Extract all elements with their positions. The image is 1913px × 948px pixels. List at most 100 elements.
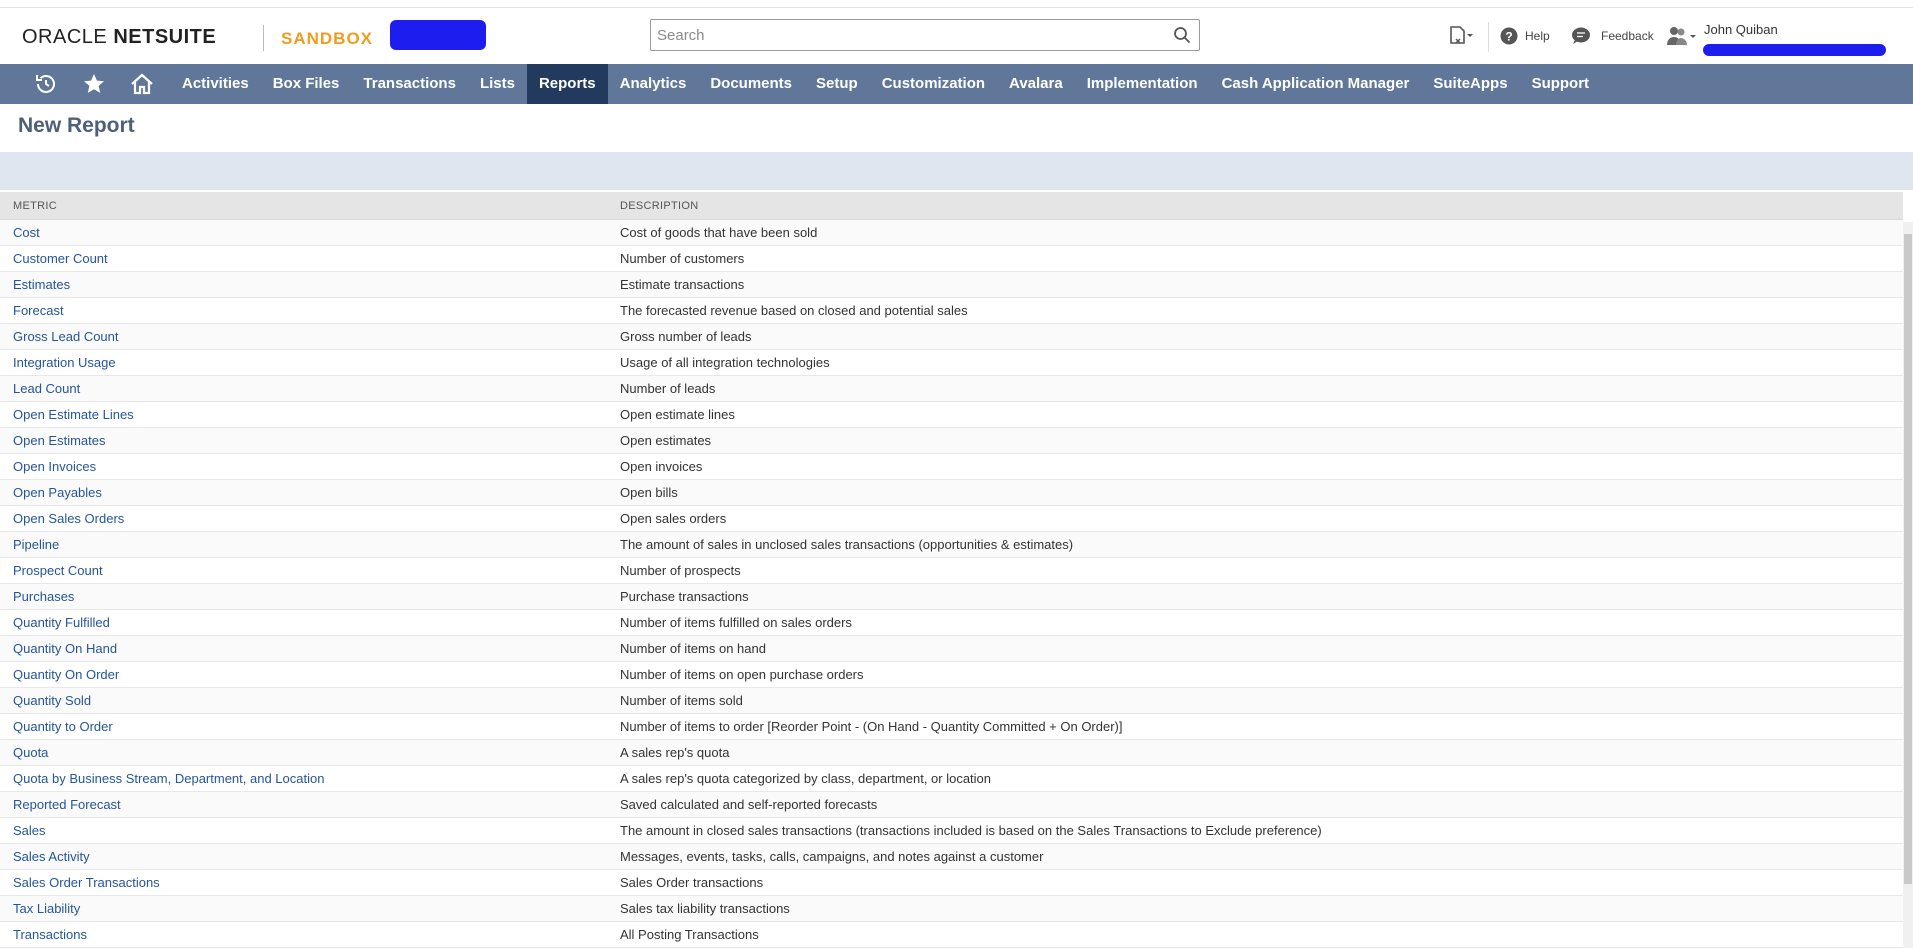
metric-description: Cost of goods that have been sold — [620, 225, 818, 240]
nav-reports[interactable]: Reports — [526, 64, 608, 104]
help-link[interactable]: ? Help — [1500, 8, 1550, 64]
metric-link[interactable]: Quantity On Hand — [13, 641, 117, 656]
metric-description: Number of items fulfilled on sales order… — [620, 615, 852, 630]
nav-lists[interactable]: Lists — [468, 64, 527, 104]
metric-link[interactable]: Quantity to Order — [13, 719, 113, 734]
table-row: Cost Cost of goods that have been sold — [0, 220, 1903, 246]
metric-link[interactable]: Estimates — [13, 277, 70, 292]
table-header: METRIC DESCRIPTION — [0, 192, 1903, 220]
metric-description: Number of leads — [620, 381, 716, 396]
metric-link[interactable]: Integration Usage — [13, 355, 116, 370]
metric-description: Estimate transactions — [620, 277, 745, 292]
feedback-icon — [1572, 27, 1590, 44]
table-row: Open Estimates Open estimates — [0, 428, 1903, 454]
metric-link[interactable]: Sales Activity — [13, 849, 90, 864]
nav-activities[interactable]: Activities — [170, 64, 261, 104]
netsuite-logo[interactable]: ORACLE NETSUITE — [22, 26, 216, 49]
nav-home[interactable] — [118, 64, 166, 104]
nav-shortcuts[interactable] — [70, 64, 118, 104]
metric-description: Sales Order transactions — [620, 875, 764, 890]
nav-implementation[interactable]: Implementation — [1075, 64, 1210, 104]
nav-setup[interactable]: Setup — [804, 64, 870, 104]
table-row: Prospect Count Number of prospects — [0, 558, 1903, 584]
metric-link[interactable]: Transactions — [13, 927, 87, 942]
metric-description: The forecasted revenue based on closed a… — [620, 303, 968, 318]
nav-transactions[interactable]: Transactions — [351, 64, 468, 104]
table-row: Open Sales Orders Open sales orders — [0, 506, 1903, 532]
history-icon — [36, 75, 55, 93]
nav-customization[interactable]: Customization — [870, 64, 997, 104]
global-search[interactable] — [650, 19, 1200, 51]
nav-support[interactable]: Support — [1520, 64, 1602, 104]
metric-link[interactable]: Sales Order Transactions — [13, 875, 160, 890]
scrollbar-thumb[interactable] — [1904, 234, 1912, 884]
nav-box-files[interactable]: Box Files — [261, 64, 352, 104]
metric-link[interactable]: Purchases — [13, 589, 74, 604]
table-row: Quota by Business Stream, Department, an… — [0, 766, 1903, 792]
nav-recent[interactable] — [22, 64, 70, 104]
table-row: Sales Order Transactions Sales Order tran… — [0, 870, 1903, 896]
nav-suiteapps[interactable]: SuiteApps — [1421, 64, 1519, 104]
metric-description: Open invoices — [620, 459, 703, 474]
top-strip — [0, 0, 1913, 8]
home-icon — [131, 73, 153, 95]
metric-link[interactable]: Tax Liability — [13, 901, 80, 916]
metric-description: Open bills — [620, 485, 678, 500]
search-icon[interactable] — [1173, 26, 1191, 44]
metric-description: Number of items on hand — [620, 641, 766, 656]
metric-link[interactable]: Open Payables — [13, 485, 102, 500]
table-row: Sales The amount in closed sales transact… — [0, 818, 1903, 844]
metric-link[interactable]: Sales — [13, 823, 46, 838]
metric-link[interactable]: Open Estimate Lines — [13, 407, 134, 422]
recent-records-menu[interactable] — [1448, 8, 1474, 64]
metric-link[interactable]: Quota — [13, 745, 48, 760]
page-title: New Report — [18, 114, 135, 137]
metric-link[interactable]: Open Estimates — [13, 433, 106, 448]
metric-link[interactable]: Gross Lead Count — [13, 329, 119, 344]
nav-documents[interactable]: Documents — [698, 64, 804, 104]
metric-link[interactable]: Quota by Business Stream, Department, an… — [13, 771, 324, 786]
metric-link[interactable]: Lead Count — [13, 381, 80, 396]
metric-link[interactable]: Forecast — [13, 303, 64, 318]
metric-link[interactable]: Reported Forecast — [13, 797, 121, 812]
table-row: Tax Liability Sales tax liability transac… — [0, 896, 1903, 922]
metric-link[interactable]: Quantity Fulfilled — [13, 615, 110, 630]
table-row: Estimates Estimate transactions — [0, 272, 1903, 298]
main-navigation: Activities Box Files Transactions Lists … — [0, 64, 1913, 104]
table-row: Lead Count Number of leads — [0, 376, 1903, 402]
recent-records-icon — [1450, 26, 1473, 44]
table-row: Quantity On Order Number of items on open… — [0, 662, 1903, 688]
metric-link[interactable]: Open Invoices — [13, 459, 96, 474]
metric-link[interactable]: Pipeline — [13, 537, 59, 552]
metric-description: Number of items sold — [620, 693, 743, 708]
feedback-link[interactable]: Feedback — [1571, 8, 1654, 64]
metric-link[interactable]: Customer Count — [13, 251, 108, 266]
metric-link[interactable]: Cost — [13, 225, 40, 240]
logo-suffix: NETSUITE — [113, 26, 217, 48]
table-row: Forecast The forecasted revenue based on … — [0, 298, 1903, 324]
table-row: Pipeline The amount of sales in unclosed … — [0, 532, 1903, 558]
metric-description: Gross number of leads — [620, 329, 752, 344]
header: ORACLE NETSUITE SANDBOX ? Help Feed — [0, 8, 1913, 64]
metric-link[interactable]: Prospect Count — [13, 563, 103, 578]
svg-text:?: ? — [1505, 30, 1512, 44]
metric-description: Sales tax liability transactions — [620, 901, 790, 916]
nav-avalara[interactable]: Avalara — [997, 64, 1075, 104]
metric-link[interactable]: Open Sales Orders — [13, 511, 124, 526]
table-row: Quantity to Order Number of items to orde… — [0, 714, 1903, 740]
vertical-scrollbar[interactable] — [1903, 222, 1913, 948]
metric-link[interactable]: Quantity On Order — [13, 667, 119, 682]
user-role-menu[interactable] — [1665, 8, 1697, 64]
column-header-description[interactable]: DESCRIPTION — [620, 200, 698, 212]
nav-cash-application-manager[interactable]: Cash Application Manager — [1210, 64, 1422, 104]
user-name[interactable]: John Quiban — [1704, 22, 1778, 37]
search-input[interactable] — [651, 20, 1151, 50]
metric-description: A sales rep's quota categorized by class… — [620, 771, 992, 786]
column-header-metric[interactable]: METRIC — [13, 200, 57, 212]
metric-link[interactable]: Quantity Sold — [13, 693, 91, 708]
nav-analytics[interactable]: Analytics — [608, 64, 699, 104]
table-row: Gross Lead Count Gross number of leads — [0, 324, 1903, 350]
help-icon: ? — [1500, 27, 1518, 45]
header-divider — [1488, 22, 1489, 52]
table-body: Cost Cost of goods that have been sold Cus… — [0, 220, 1903, 948]
